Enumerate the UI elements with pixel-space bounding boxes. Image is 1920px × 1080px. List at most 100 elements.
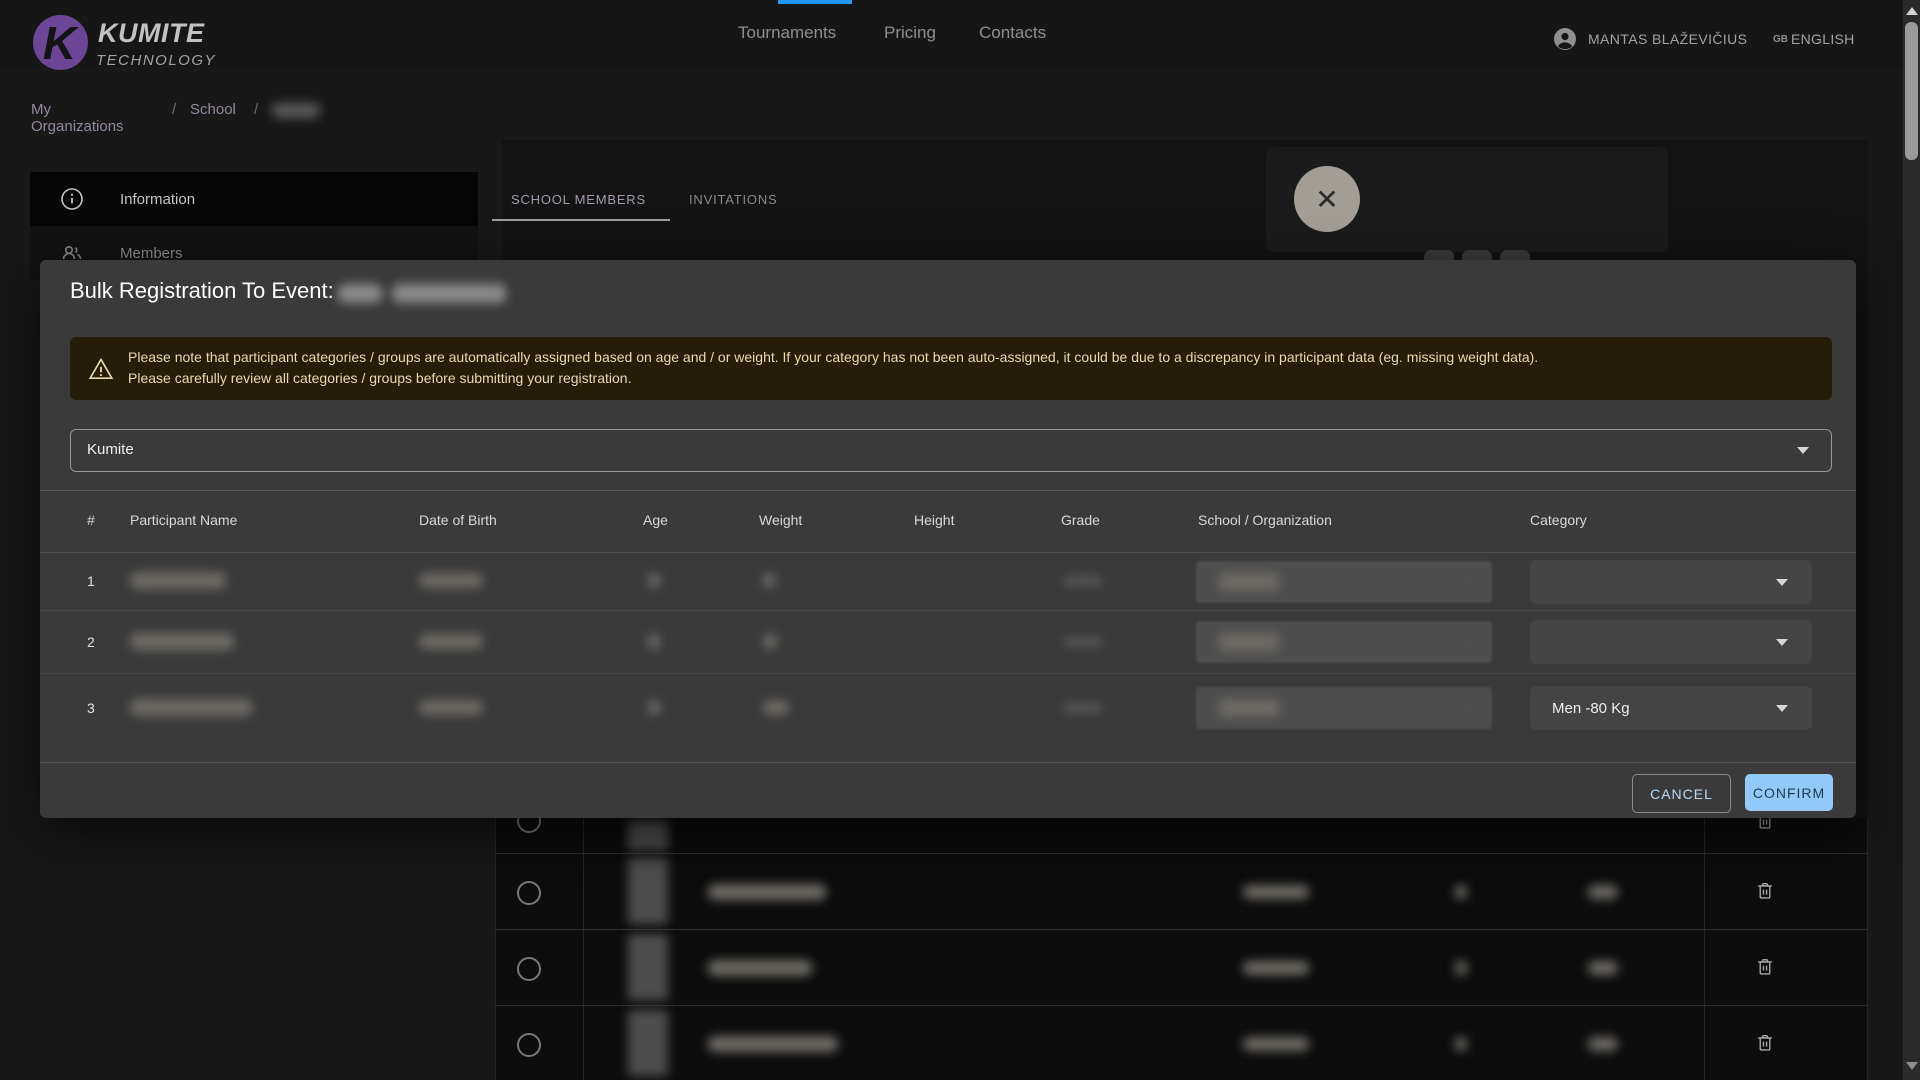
warning-banner: Please note that participant categories … xyxy=(70,337,1832,400)
redacted-value xyxy=(1455,1037,1467,1051)
breadcrumb-redacted-item xyxy=(272,103,320,118)
redacted-grade xyxy=(1063,636,1103,648)
row-divider xyxy=(495,853,1868,854)
nav-contacts[interactable]: Contacts xyxy=(979,23,1046,43)
member-photo xyxy=(628,820,668,850)
redacted-event-name xyxy=(338,284,382,303)
redacted-value xyxy=(1588,1037,1618,1051)
row-radio[interactable] xyxy=(517,881,541,905)
user-menu[interactable]: MANTAS BLAŽEVIČIUS xyxy=(1588,31,1747,47)
redacted-participant-name xyxy=(130,572,226,589)
breadcrumb-my-organizations[interactable]: My Organizations xyxy=(31,101,124,135)
redacted-dob xyxy=(419,634,483,649)
redacted-weight xyxy=(763,700,789,715)
redacted-weight xyxy=(763,634,777,649)
chevron-down-icon xyxy=(1797,447,1809,454)
clear-icon[interactable] xyxy=(1458,634,1474,650)
row-divider xyxy=(40,673,1856,674)
warning-text: Please note that participant categories … xyxy=(128,347,1788,389)
table-border-top xyxy=(40,490,1856,491)
chevron-down-icon xyxy=(1776,639,1788,646)
redacted-grade xyxy=(1063,702,1103,714)
sidebar-item-label: Information xyxy=(120,191,195,208)
redacted-value xyxy=(1455,961,1467,975)
row-index: 3 xyxy=(87,700,95,716)
col-header-name: Participant Name xyxy=(130,512,237,528)
redacted-dob xyxy=(419,700,483,715)
language-code: GB xyxy=(1773,34,1788,45)
redacted-school xyxy=(1218,633,1280,651)
brand-subtitle: TECHNOLOGY xyxy=(96,52,216,69)
confirm-button[interactable]: CONFIRM xyxy=(1745,774,1833,811)
row-radio[interactable] xyxy=(517,1033,541,1057)
discipline-select-value: Kumite xyxy=(87,441,134,458)
nav-tournaments[interactable]: Tournaments xyxy=(738,23,836,43)
category-select-value: Men -80 Kg xyxy=(1552,700,1630,717)
nav-pricing[interactable]: Pricing xyxy=(884,23,936,43)
redacted-date xyxy=(1243,961,1309,975)
category-select[interactable]: Men -80 Kg xyxy=(1530,686,1812,730)
redacted-value xyxy=(1588,961,1618,975)
redacted-name xyxy=(708,960,812,976)
school-org-input[interactable] xyxy=(1196,561,1492,603)
info-icon xyxy=(60,187,84,211)
clear-icon[interactable] xyxy=(1458,700,1474,716)
col-header-age: Age xyxy=(643,512,668,528)
cancel-button[interactable]: CANCEL xyxy=(1632,774,1731,813)
scrollbar-up-arrow[interactable] xyxy=(1906,7,1918,15)
redacted-age xyxy=(648,634,660,649)
breadcrumb-separator: / xyxy=(172,101,176,118)
scrollbar-thumb[interactable] xyxy=(1905,22,1918,160)
delete-icon[interactable] xyxy=(1754,880,1776,902)
redacted-date xyxy=(1243,885,1309,899)
col-header-grade: Grade xyxy=(1061,512,1100,528)
table-border xyxy=(1704,818,1705,1080)
table-border xyxy=(1867,818,1868,1080)
redacted-event-name xyxy=(392,284,506,303)
sidebar-item-information[interactable]: Information xyxy=(30,172,478,226)
tab-school-members[interactable]: SCHOOL MEMBERS xyxy=(511,192,646,207)
brand-name: KUMITE xyxy=(98,18,205,49)
loading-bar xyxy=(778,0,852,4)
category-select[interactable] xyxy=(1530,620,1812,664)
active-tab-indicator xyxy=(492,219,670,221)
delete-icon[interactable] xyxy=(1754,1032,1776,1054)
breadcrumb-school[interactable]: School xyxy=(190,101,236,118)
row-divider xyxy=(495,929,1868,930)
redacted-grade xyxy=(1063,575,1103,587)
redacted-value xyxy=(1455,885,1467,899)
brand-logo[interactable]: K xyxy=(33,15,88,70)
member-photo xyxy=(628,1010,668,1076)
category-select[interactable] xyxy=(1530,560,1812,604)
brand-logo-letter: K xyxy=(43,20,76,66)
modal-title: Bulk Registration To Event: xyxy=(70,278,334,304)
col-header-category: Category xyxy=(1530,512,1587,528)
close-icon[interactable]: ✕ xyxy=(1294,166,1360,232)
clear-icon[interactable] xyxy=(1458,574,1474,590)
school-org-input[interactable] xyxy=(1196,687,1492,729)
scrollbar-down-arrow[interactable] xyxy=(1906,1062,1918,1070)
delete-icon[interactable] xyxy=(1754,956,1776,978)
members-table-background xyxy=(495,818,1868,1080)
redacted-participant-name xyxy=(130,699,252,716)
app-header: K KUMITE TECHNOLOGY Tournaments Pricing … xyxy=(0,0,1920,67)
scrollbar-track[interactable] xyxy=(1903,0,1920,1080)
row-index: 1 xyxy=(87,573,95,589)
chevron-down-icon xyxy=(1776,579,1788,586)
col-header-weight: Weight xyxy=(759,512,802,528)
language-menu[interactable]: ENGLISH xyxy=(1791,31,1855,47)
discipline-select[interactable]: Kumite xyxy=(70,429,1832,472)
chevron-down-icon xyxy=(1776,705,1788,712)
school-org-input[interactable] xyxy=(1196,621,1492,663)
tab-invitations[interactable]: INVITATIONS xyxy=(689,192,778,207)
row-radio[interactable] xyxy=(517,957,541,981)
redacted-participant-name xyxy=(130,633,234,650)
redacted-name xyxy=(708,1036,838,1052)
table-border xyxy=(495,818,496,1080)
col-header-school: School / Organization xyxy=(1198,512,1332,528)
user-avatar-icon[interactable] xyxy=(1553,27,1577,51)
member-photo xyxy=(628,934,668,1000)
warning-icon xyxy=(88,356,114,382)
page: K KUMITE TECHNOLOGY Tournaments Pricing … xyxy=(0,0,1920,1080)
row-divider xyxy=(40,610,1856,611)
